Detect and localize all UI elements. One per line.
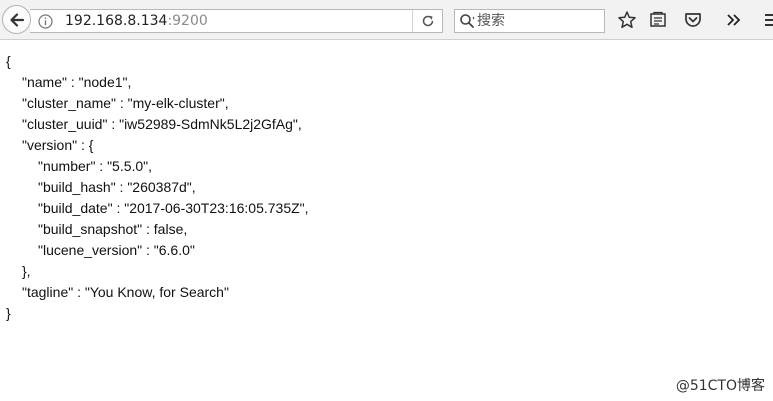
back-arrow-icon (10, 13, 25, 27)
json-line: "build_snapshot" : false, (38, 221, 188, 237)
url-port: :9200 (167, 13, 208, 29)
url-host: 192.168.8.134 (65, 13, 168, 29)
json-line: "cluster_uuid" : "iw52989-SdmNk5L2j2GfAg… (22, 116, 302, 132)
pocket-icon[interactable] (683, 10, 703, 30)
json-line: "cluster_name" : "my-elk-cluster", (22, 95, 229, 111)
search-input[interactable] (477, 11, 601, 31)
overflow-chevron-icon[interactable] (723, 10, 743, 30)
search-bar[interactable] (454, 9, 605, 33)
watermark: @51CTO博客 (675, 378, 765, 394)
json-line: "tagline" : "You Know, for Search" (22, 284, 229, 300)
back-button[interactable] (2, 5, 31, 34)
info-icon[interactable] (38, 14, 53, 29)
json-line: "number" : "5.5.0", (38, 158, 153, 174)
url-bar[interactable]: 192.168.8.134:9200 (30, 9, 443, 33)
json-line: "lucene_version" : "6.6.0" (38, 242, 195, 258)
star-icon[interactable] (617, 10, 637, 30)
json-line: "name" : "node1", (22, 74, 132, 90)
json-line: "build_date" : "2017-06-30T23:16:05.735Z… (38, 200, 309, 216)
reload-icon (422, 15, 434, 27)
browser-toolbar: 192.168.8.134:9200 (0, 0, 773, 40)
json-line: } (6, 305, 11, 321)
json-line: { (6, 53, 11, 69)
json-line: }, (22, 263, 31, 279)
json-line: "version" : { (22, 137, 94, 153)
json-line: "build_hash" : "260387d", (38, 179, 196, 195)
url-text[interactable]: 192.168.8.134:9200 (65, 13, 208, 29)
reload-button[interactable] (412, 10, 442, 32)
search-icon (460, 14, 475, 28)
json-response-body: { "name" : "node1", "cluster_name" : "my… (6, 51, 309, 324)
hamburger-menu-icon[interactable] (763, 10, 773, 30)
reading-list-icon[interactable] (648, 10, 668, 30)
